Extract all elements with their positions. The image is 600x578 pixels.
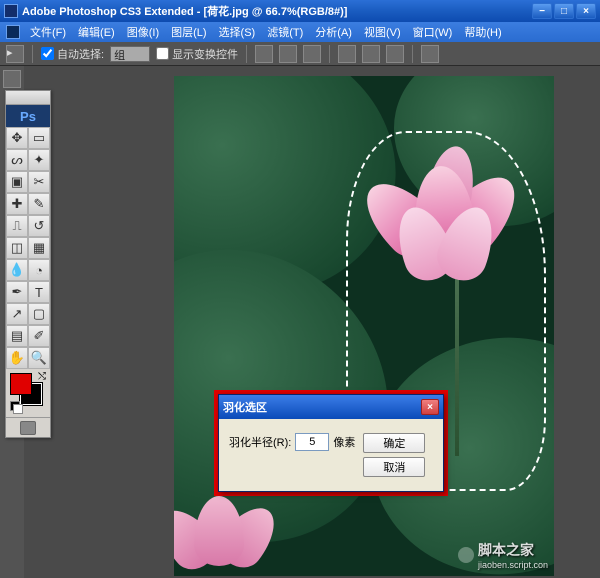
radius-field: 羽化半径(R): 像素 bbox=[229, 433, 355, 451]
slice-tool[interactable]: ✂ bbox=[28, 171, 50, 193]
type-tool[interactable]: T bbox=[28, 281, 50, 303]
show-transform-checkbox[interactable]: 显示变换控件 bbox=[156, 46, 238, 62]
align-icon[interactable] bbox=[303, 45, 321, 63]
watermark-icon bbox=[458, 547, 474, 563]
auto-select-checkbox[interactable]: 自动选择: bbox=[41, 46, 104, 62]
menu-view[interactable]: 视图(V) bbox=[358, 24, 407, 40]
blur-tool[interactable]: 💧 bbox=[6, 259, 28, 281]
menu-image[interactable]: 图像(I) bbox=[121, 24, 165, 40]
path-tool[interactable]: ↗ bbox=[6, 303, 28, 325]
cancel-button[interactable]: 取消 bbox=[363, 457, 425, 477]
menu-file[interactable]: 文件(F) bbox=[24, 24, 72, 40]
eyedropper-tool[interactable]: ✐ bbox=[28, 325, 50, 347]
watermark-url: jiaoben.script.con bbox=[478, 560, 548, 570]
brush-tool[interactable]: ✎ bbox=[28, 193, 50, 215]
pen-tool[interactable]: ✒ bbox=[6, 281, 28, 303]
bridge-icon[interactable] bbox=[3, 70, 21, 88]
dialog-body: 羽化半径(R): 像素 确定 取消 bbox=[219, 419, 443, 491]
radius-unit: 像素 bbox=[333, 434, 355, 450]
window-close-button[interactable]: × bbox=[576, 3, 596, 19]
dodge-tool[interactable]: ◔ bbox=[28, 259, 50, 281]
dialog-buttons: 确定 取消 bbox=[363, 433, 425, 477]
workspace: 脚本之家 jiaoben.script.con 羽化选区 × 羽化半径(R): … bbox=[0, 66, 600, 578]
divider bbox=[412, 45, 413, 63]
swap-colors-icon[interactable]: ⤭ bbox=[38, 371, 46, 382]
document-canvas[interactable]: 脚本之家 jiaoben.script.con bbox=[174, 76, 554, 576]
align-icon[interactable] bbox=[255, 45, 273, 63]
shape-tool[interactable]: ▢ bbox=[28, 303, 50, 325]
menu-edit[interactable]: 编辑(E) bbox=[72, 24, 121, 40]
distribute-icon[interactable] bbox=[386, 45, 404, 63]
distribute-icon[interactable] bbox=[362, 45, 380, 63]
arrange-icon[interactable] bbox=[421, 45, 439, 63]
hand-tool[interactable]: ✋ bbox=[6, 347, 28, 369]
menu-help[interactable]: 帮助(H) bbox=[458, 24, 507, 40]
menu-window[interactable]: 窗口(W) bbox=[407, 24, 459, 40]
tool-preset-icon[interactable]: ▸ bbox=[6, 45, 24, 63]
auto-select-label: 自动选择: bbox=[57, 46, 104, 62]
distribute-icon[interactable] bbox=[338, 45, 356, 63]
radius-label: 羽化半径(R): bbox=[229, 434, 291, 450]
window-titlebar: Adobe Photoshop CS3 Extended - [荷花.jpg @… bbox=[0, 0, 600, 22]
divider bbox=[329, 45, 330, 63]
window-controls: − □ × bbox=[532, 3, 596, 19]
canvas-area: 脚本之家 jiaoben.script.con 羽化选区 × 羽化半径(R): … bbox=[24, 66, 600, 578]
eraser-tool[interactable]: ◫ bbox=[6, 237, 28, 259]
menu-analysis[interactable]: 分析(A) bbox=[309, 24, 358, 40]
default-colors-icon[interactable] bbox=[10, 401, 22, 413]
toolbox[interactable]: Ps ✥ ▭ ᔕ ✦ ▣ ✂ ✚ ✎ ⎍ ↺ ◫ ▦ 💧 ◔ ✒ T ↗ ▢ ▤… bbox=[5, 90, 51, 438]
menu-layer[interactable]: 图层(L) bbox=[165, 24, 212, 40]
menu-bar: 文件(F) 编辑(E) 图像(I) 图层(L) 选择(S) 滤镜(T) 分析(A… bbox=[0, 22, 600, 42]
stamp-tool[interactable]: ⎍ bbox=[6, 215, 28, 237]
dialog-titlebar[interactable]: 羽化选区 × bbox=[219, 395, 443, 419]
watermark: 脚本之家 jiaoben.script.con bbox=[458, 540, 548, 570]
minimize-button[interactable]: − bbox=[532, 3, 552, 19]
color-swatches: ⤭ bbox=[6, 369, 50, 417]
options-bar: ▸ 自动选择: 组 显示变换控件 bbox=[0, 42, 600, 66]
show-transform-label: 显示变换控件 bbox=[172, 46, 238, 62]
foreground-color[interactable] bbox=[10, 373, 32, 395]
menu-select[interactable]: 选择(S) bbox=[213, 24, 262, 40]
history-brush-tool[interactable]: ↺ bbox=[28, 215, 50, 237]
ok-button[interactable]: 确定 bbox=[363, 433, 425, 453]
zoom-tool[interactable]: 🔍 bbox=[28, 347, 50, 369]
maximize-button[interactable]: □ bbox=[554, 3, 574, 19]
move-tool[interactable]: ✥ bbox=[6, 127, 28, 149]
feather-dialog: 羽化选区 × 羽化半径(R): 像素 确定 取消 bbox=[218, 394, 444, 492]
toolbox-header[interactable] bbox=[6, 91, 50, 105]
quick-mask-toggle[interactable] bbox=[6, 417, 50, 437]
auto-select-input[interactable] bbox=[41, 47, 54, 60]
menu-app-icon bbox=[6, 25, 20, 39]
align-icon[interactable] bbox=[279, 45, 297, 63]
watermark-text: 脚本之家 bbox=[478, 540, 548, 560]
wand-tool[interactable]: ✦ bbox=[28, 149, 50, 171]
auto-select-dropdown[interactable]: 组 bbox=[110, 46, 150, 62]
dialog-title: 羽化选区 bbox=[223, 399, 267, 415]
heal-tool[interactable]: ✚ bbox=[6, 193, 28, 215]
marquee-tool[interactable]: ▭ bbox=[28, 127, 50, 149]
toolbox-grid: ✥ ▭ ᔕ ✦ ▣ ✂ ✚ ✎ ⎍ ↺ ◫ ▦ 💧 ◔ ✒ T ↗ ▢ ▤ ✐ … bbox=[6, 127, 50, 369]
divider bbox=[32, 45, 33, 63]
divider bbox=[246, 45, 247, 63]
show-transform-input[interactable] bbox=[156, 47, 169, 60]
app-icon bbox=[4, 4, 18, 18]
gradient-tool[interactable]: ▦ bbox=[28, 237, 50, 259]
notes-tool[interactable]: ▤ bbox=[6, 325, 28, 347]
crop-tool[interactable]: ▣ bbox=[6, 171, 28, 193]
dialog-highlight: 羽化选区 × 羽化半径(R): 像素 确定 取消 bbox=[214, 390, 448, 496]
menu-filter[interactable]: 滤镜(T) bbox=[261, 24, 309, 40]
dialog-close-button[interactable]: × bbox=[421, 399, 439, 415]
window-title: Adobe Photoshop CS3 Extended - [荷花.jpg @… bbox=[22, 3, 347, 19]
lasso-tool[interactable]: ᔕ bbox=[6, 149, 28, 171]
radius-input[interactable] bbox=[295, 433, 329, 451]
toolbox-logo: Ps bbox=[6, 105, 50, 127]
